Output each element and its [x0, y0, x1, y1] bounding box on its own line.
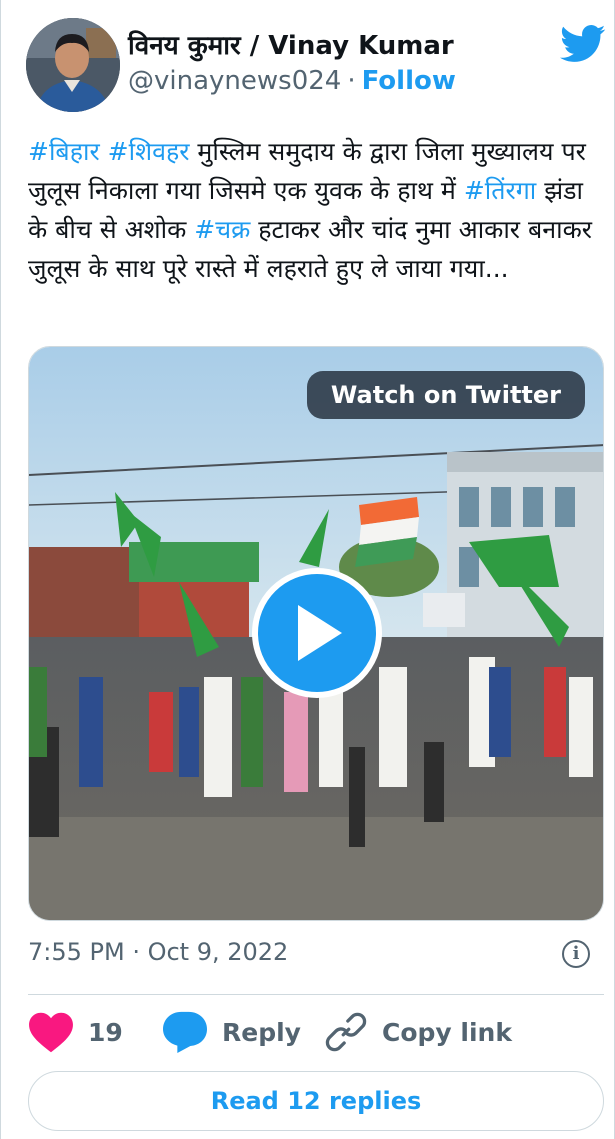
heart-icon [29, 1012, 73, 1053]
play-button[interactable] [252, 568, 382, 698]
tweet-text-space [100, 137, 108, 166]
play-icon [298, 605, 342, 661]
tweet-card: विनय कुमार / Vinay Kumar @vinaynews024 · F… [0, 0, 615, 1139]
copy-link-label: Copy link [382, 1017, 512, 1047]
tweet-text: #बिहार #शिवहर मुस्लिम समुदाय के द्वारा ज… [28, 132, 598, 288]
reply-bubble-icon [163, 1011, 207, 1054]
watch-on-twitter-button[interactable]: Watch on Twitter [306, 371, 585, 419]
copy-link-button[interactable]: Copy link [324, 1008, 512, 1056]
hashtag-shivhar[interactable]: #शिवहर [108, 137, 190, 166]
tweet-actions: 19 Reply Copy link [28, 1008, 604, 1058]
author-avatar[interactable] [26, 18, 120, 112]
reply-button[interactable]: Reply [162, 1008, 301, 1056]
separator-dot: · [347, 66, 356, 96]
author-handle-row: @vinaynews024 · Follow [128, 66, 456, 96]
link-icon [325, 1012, 367, 1052]
reply-label: Reply [222, 1017, 301, 1047]
like-count: 19 [88, 1017, 123, 1047]
follow-button[interactable]: Follow [362, 66, 456, 96]
author-handle[interactable]: @vinaynews024 [128, 66, 341, 96]
twitter-bird-icon[interactable] [560, 24, 606, 64]
hashtag-tiranga[interactable]: #तिंरगा [464, 176, 536, 205]
video-thumbnail[interactable]: Watch on Twitter [28, 346, 604, 921]
read-replies-button[interactable]: Read 12 replies [28, 1071, 604, 1131]
like-button[interactable]: 19 [28, 1008, 123, 1056]
hashtag-bihar[interactable]: #बिहार [28, 137, 100, 166]
author-name[interactable]: विनय कुमार / Vinay Kumar [128, 26, 454, 62]
divider [28, 994, 604, 995]
tweet-timestamp[interactable]: 7:55 PM · Oct 9, 2022 [28, 938, 288, 966]
info-icon[interactable]: i [562, 940, 590, 968]
hashtag-chakra[interactable]: #चक्र [194, 215, 250, 244]
tweet-header: विनय कुमार / Vinay Kumar @vinaynews024 · F… [26, 18, 606, 114]
